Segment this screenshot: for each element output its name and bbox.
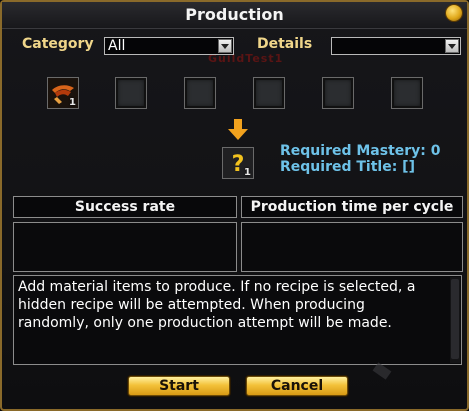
category-selected-value: All (108, 38, 126, 54)
category-label: Category (22, 36, 94, 52)
success-rate-header: Success rate (13, 196, 237, 218)
description-text: Add material items to produce. If no rec… (18, 279, 416, 331)
material-slot-4[interactable] (253, 77, 285, 109)
cancel-button[interactable]: Cancel (246, 376, 348, 396)
svg-text:?: ? (232, 152, 245, 177)
production-time-value (241, 222, 463, 272)
material-slot-1[interactable]: 1 (47, 77, 79, 109)
details-label: Details (257, 36, 313, 52)
window-title: Production (185, 5, 284, 24)
production-window: GuildTest1 Production Category All Detai… (0, 0, 469, 411)
result-count: 1 (244, 167, 251, 178)
result-slot[interactable]: ? 1 (222, 147, 254, 179)
production-time-header: Production time per cycle (241, 196, 463, 218)
chevron-down-icon[interactable] (218, 39, 232, 53)
material-slot-3[interactable] (184, 77, 216, 109)
title-bar[interactable]: Production (2, 2, 467, 29)
details-select[interactable] (331, 37, 461, 55)
success-rate-value (13, 222, 237, 272)
material-slot-5[interactable] (322, 77, 354, 109)
scrollbar-thumb[interactable] (451, 279, 459, 359)
material-count: 1 (69, 97, 76, 108)
close-button[interactable] (446, 5, 462, 21)
category-select[interactable]: All (104, 37, 234, 55)
description-scrollbar[interactable] (450, 277, 460, 363)
description-box: Add material items to produce. If no rec… (13, 275, 462, 365)
arrow-down-icon (228, 119, 248, 140)
chevron-down-icon[interactable] (445, 39, 459, 53)
material-slot-6[interactable] (391, 77, 423, 109)
required-mastery: Required Mastery: 0 (280, 143, 441, 159)
required-title: Required Title: [] (280, 159, 415, 175)
start-button[interactable]: Start (128, 376, 230, 396)
material-slot-2[interactable] (115, 77, 147, 109)
